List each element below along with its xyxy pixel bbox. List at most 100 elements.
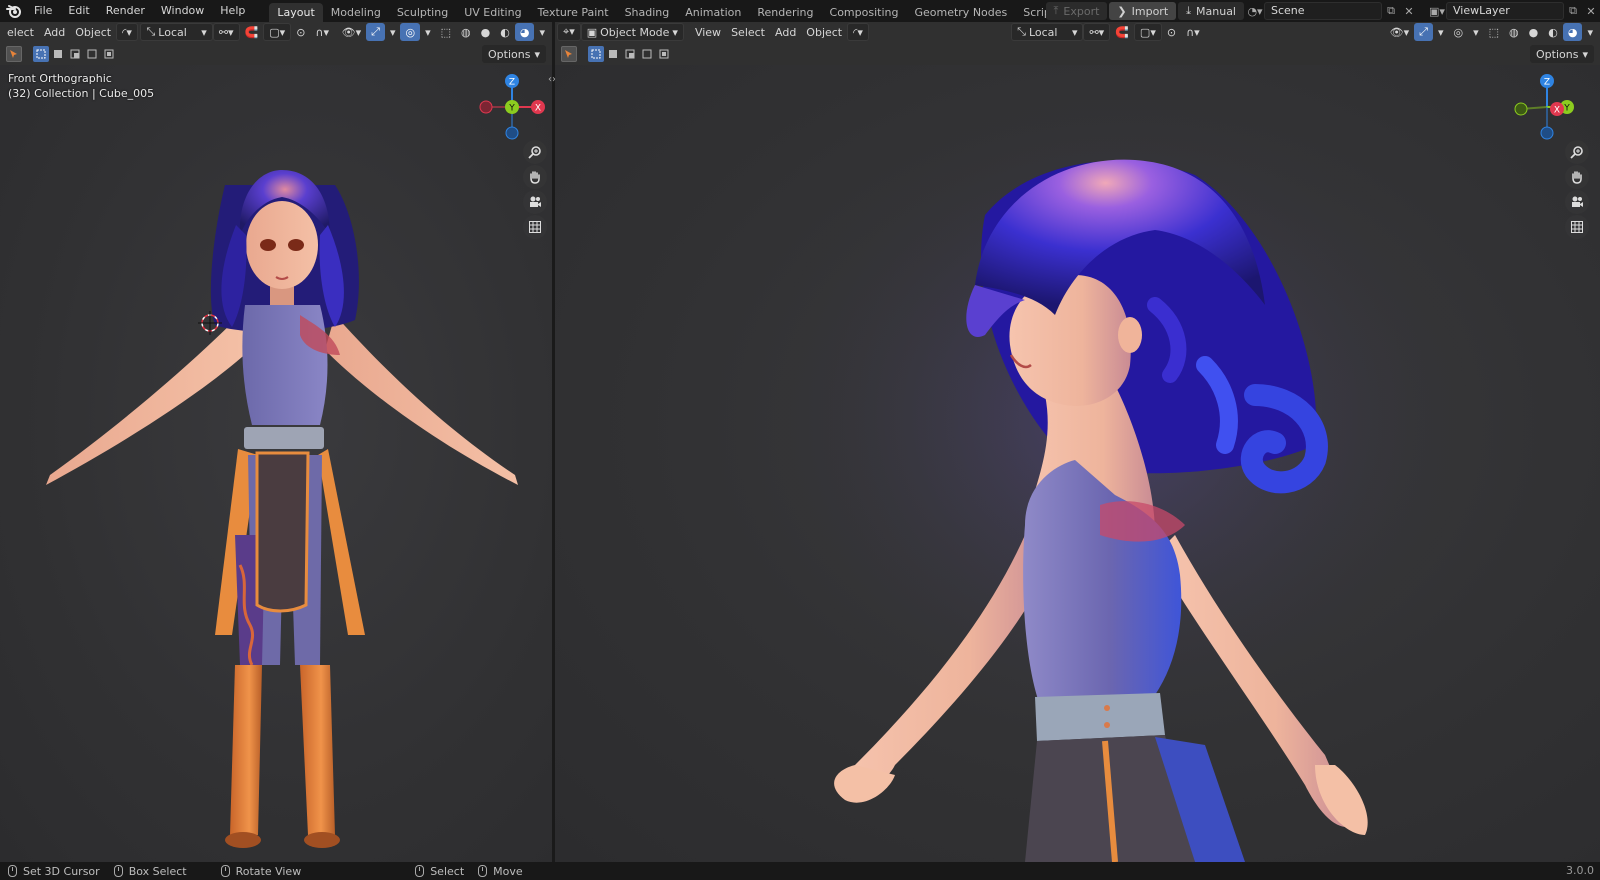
left-zoom-icon[interactable] [523, 140, 547, 164]
right-visibility-icon[interactable]: 👁▾ [1385, 23, 1415, 41]
right-camera-icon[interactable] [1565, 190, 1589, 214]
right-mode-invert-icon[interactable] [639, 46, 655, 62]
right-mode-intersect-icon[interactable] [656, 46, 672, 62]
tab-animation[interactable]: Animation [677, 3, 749, 22]
export-button[interactable]: ⤒ Export [1045, 2, 1108, 20]
tab-shading[interactable]: Shading [617, 3, 678, 22]
object-mode-dropdown[interactable]: ▣ Object Mode ▾ [580, 23, 684, 41]
right-snap-icon[interactable]: 🧲 [1110, 23, 1134, 41]
left-orientation-dropdown[interactable]: ⤡ Local ▾ [140, 23, 213, 41]
menu-help[interactable]: Help [212, 0, 253, 22]
left-xray-icon[interactable]: ⬚ [436, 23, 456, 41]
tab-layout[interactable]: Layout [269, 3, 323, 22]
new-scene-icon[interactable]: ⧉ [1382, 2, 1400, 20]
right-shading-dropdown-icon[interactable]: ▾ [1582, 23, 1598, 41]
right-view-menu[interactable]: View [690, 23, 726, 41]
right-mode-subtract-icon[interactable] [622, 46, 638, 62]
right-pan-hand-icon[interactable] [1565, 165, 1589, 189]
menu-window[interactable]: Window [153, 0, 212, 22]
right-overlay-dropdown-icon[interactable]: ▾ [1468, 23, 1484, 41]
tab-geometry-nodes[interactable]: Geometry Nodes [906, 3, 1015, 22]
right-options-dropdown[interactable]: Options ▾ [1530, 45, 1594, 63]
left-mode-invert-icon[interactable] [84, 46, 100, 62]
right-add-menu[interactable]: Add [770, 23, 801, 41]
left-solid-shading-icon[interactable]: ● [476, 23, 496, 41]
left-camera-icon[interactable] [523, 190, 547, 214]
tab-sculpting[interactable]: Sculpting [389, 3, 456, 22]
tab-rendering[interactable]: Rendering [749, 3, 821, 22]
left-gizmo-dropdown-icon[interactable]: ▾ [385, 23, 401, 41]
right-zoom-icon[interactable] [1565, 140, 1589, 164]
right-navigation-gizmo[interactable]: Z Y X [1507, 69, 1587, 149]
delete-scene-icon[interactable]: ✕ [1400, 2, 1418, 20]
menu-file[interactable]: File [26, 0, 60, 22]
view-layer-field[interactable]: ViewLayer [1446, 2, 1564, 20]
left-mode-subtract-icon[interactable] [67, 46, 83, 62]
right-xray-icon[interactable]: ⬚ [1484, 23, 1504, 41]
left-proportional-icon[interactable]: ⊙ [291, 23, 310, 41]
left-gizmo-toggle[interactable]: ⤢ [366, 23, 385, 41]
left-overlay-toggle[interactable]: ◎ [400, 23, 421, 41]
left-falloff-icon[interactable]: ∩▾ [310, 23, 334, 41]
right-pivot-icon[interactable]: ⚯▾ [1083, 23, 1111, 41]
left-overlay-dropdown-icon[interactable]: ▾ [420, 23, 436, 41]
right-rendered-shading-icon[interactable]: ◕ [1562, 23, 1583, 41]
left-pivot-icon[interactable]: ⚯▾ [212, 23, 240, 41]
left-mode-extend-icon[interactable] [50, 46, 66, 62]
left-visibility-icon[interactable]: 👁▾ [337, 23, 367, 41]
right-grid-ortho-icon[interactable] [1565, 215, 1589, 239]
right-mode-extend-icon[interactable] [605, 46, 621, 62]
left-navigation-gizmo[interactable]: Z X Y [472, 69, 552, 149]
right-overlay-toggle[interactable]: ◎ [1448, 23, 1468, 41]
right-select-menu[interactable]: Select [726, 23, 770, 41]
left-add-menu[interactable]: Add [39, 23, 70, 41]
left-select-menu[interactable]: elect [2, 23, 39, 41]
scene-selector-icon[interactable]: ◔▾ [1246, 2, 1264, 20]
right-orientation-dropdown[interactable]: ⤡ Local ▾ [1011, 23, 1084, 41]
right-mode-new-icon[interactable] [588, 46, 604, 62]
left-options-dropdown[interactable]: Options ▾ [482, 45, 546, 63]
import-button[interactable]: ❯ Import [1109, 2, 1177, 20]
tab-texture-paint[interactable]: Texture Paint [530, 3, 617, 22]
left-material-shading-icon[interactable]: ◐ [495, 23, 515, 41]
left-mode-new-icon[interactable] [33, 46, 49, 62]
left-snap-target-icon[interactable]: ▢▾ [263, 23, 292, 41]
left-viewport-canvas[interactable]: Front Orthographic (32) Collection | Cub… [0, 65, 552, 862]
menu-render[interactable]: Render [98, 0, 153, 22]
new-view-layer-icon[interactable]: ⧉ [1564, 2, 1582, 20]
left-mode-intersect-icon[interactable] [101, 46, 117, 62]
delete-view-layer-icon[interactable]: ✕ [1582, 2, 1600, 20]
tab-uv-editing[interactable]: UV Editing [456, 3, 529, 22]
left-wireframe-shading-icon[interactable]: ◍ [456, 23, 476, 41]
right-gizmo-dropdown-icon[interactable]: ▾ [1433, 23, 1449, 41]
view-layer-selector-icon[interactable]: ▣▾ [1428, 2, 1446, 20]
editor-type-dropdown[interactable]: ⌖▾ [557, 23, 581, 41]
right-viewport-canvas[interactable]: Z Y X [555, 65, 1600, 862]
left-pan-hand-icon[interactable] [523, 165, 547, 189]
scene-name-field[interactable]: Scene [1264, 2, 1382, 20]
right-axis-y-label: Y [1563, 104, 1570, 114]
right-object-menu[interactable]: Object [801, 23, 847, 41]
right-material-shading-icon[interactable]: ◐ [1543, 23, 1563, 41]
right-wireframe-shading-icon[interactable]: ◍ [1504, 23, 1524, 41]
left-rendered-shading-icon[interactable]: ◕ [514, 23, 535, 41]
left-select-tool-icon[interactable] [6, 46, 22, 62]
tab-modeling[interactable]: Modeling [323, 3, 389, 22]
left-grid-ortho-icon[interactable] [523, 215, 547, 239]
right-gpencil-icon[interactable]: ◜▾ [847, 23, 869, 41]
right-solid-shading-icon[interactable]: ● [1524, 23, 1544, 41]
left-gpencil-icon[interactable]: ◜▾ [116, 23, 138, 41]
right-snap-target-icon[interactable]: ▢▾ [1133, 23, 1162, 41]
left-object-menu[interactable]: Object [70, 23, 116, 41]
tab-compositing[interactable]: Compositing [822, 3, 907, 22]
right-select-tool-icon[interactable] [561, 46, 577, 62]
menu-edit[interactable]: Edit [60, 0, 97, 22]
right-falloff-icon[interactable]: ∩▾ [1181, 23, 1205, 41]
manual-button[interactable]: ⤓ Manual [1178, 2, 1244, 20]
left-snap-icon[interactable]: 🧲 [240, 23, 264, 41]
blender-logo-icon[interactable] [2, 0, 26, 22]
right-proportional-icon[interactable]: ⊙ [1162, 23, 1181, 41]
right-gizmo-toggle[interactable]: ⤢ [1414, 23, 1433, 41]
mouse-middle-icon [220, 865, 230, 877]
left-shading-dropdown-icon[interactable]: ▾ [534, 23, 550, 41]
